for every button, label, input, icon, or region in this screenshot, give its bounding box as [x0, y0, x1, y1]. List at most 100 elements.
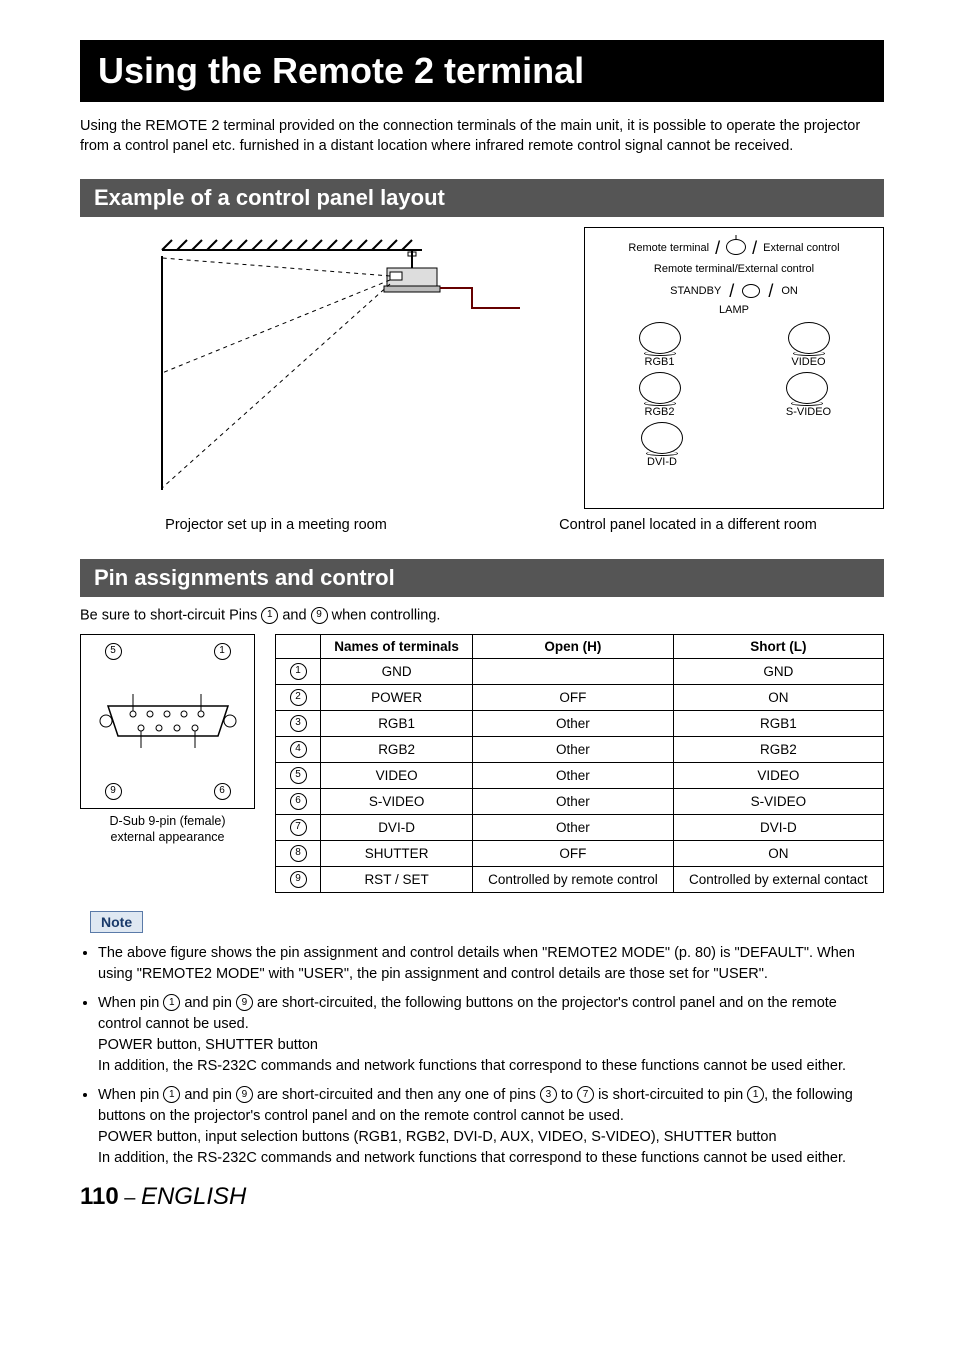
cell-short: RGB1 — [673, 710, 883, 736]
button-svideo-icon — [786, 372, 828, 404]
note-item: The above figure shows the pin assignmen… — [98, 943, 884, 985]
pin-intro-text: Be sure to short-circuit Pins 1 and 9 wh… — [80, 607, 884, 624]
page-footer: 110 – ENGLISH — [80, 1183, 884, 1211]
label-svideo: S-VIDEO — [786, 406, 831, 418]
label-rgb2: RGB2 — [639, 406, 681, 418]
pin-number-icon: 5 — [290, 767, 307, 784]
circled-number-icon: 1 — [163, 1086, 180, 1103]
notes-list: The above figure shows the pin assignmen… — [80, 943, 884, 1169]
caption-control-panel: Control panel located in a different roo… — [492, 517, 884, 533]
button-rgb1-icon — [639, 322, 681, 354]
conn-pin-9-icon: 9 — [105, 783, 122, 800]
table-row: 3 RGB1OtherRGB1 — [276, 710, 884, 736]
label-external-control: External control — [763, 242, 839, 254]
control-panel-diagram: Remote terminal / / External control Rem… — [584, 227, 884, 509]
led-icon — [742, 284, 760, 298]
cell-name: RST / SET — [321, 866, 473, 892]
table-row: 9 RST / SETControlled by remote controlCo… — [276, 866, 884, 892]
cell-open — [473, 658, 674, 684]
section-heading-layout: Example of a control panel layout — [80, 179, 884, 217]
circled-number-icon: 3 — [540, 1086, 557, 1103]
pin-number-icon: 9 — [290, 871, 307, 888]
pin-number-icon: 2 — [290, 689, 307, 706]
page-number: 110 — [80, 1183, 119, 1210]
connector-diagram: 5 1 9 — [80, 634, 255, 809]
circled-number-icon: 1 — [747, 1086, 764, 1103]
th-blank — [276, 634, 321, 658]
pin-number-icon: 3 — [290, 715, 307, 732]
cell-name: RGB1 — [321, 710, 473, 736]
conn-pin-1-icon: 1 — [214, 643, 231, 660]
cell-open: OFF — [473, 840, 674, 866]
cell-short: GND — [673, 658, 883, 684]
pin-number-icon: 7 — [290, 819, 307, 836]
cell-name: VIDEO — [321, 762, 473, 788]
section-heading-pins: Pin assignments and control — [80, 559, 884, 597]
cell-open: Controlled by remote control — [473, 866, 674, 892]
caption-meeting-room: Projector set up in a meeting room — [80, 517, 472, 533]
button-dvid-icon — [641, 422, 683, 454]
cell-open: Other — [473, 710, 674, 736]
toggle-switch-icon — [726, 239, 746, 255]
cell-name: RGB2 — [321, 736, 473, 762]
table-row: 5 VIDEOOtherVIDEO — [276, 762, 884, 788]
cell-open: Other — [473, 788, 674, 814]
table-row: 8 SHUTTEROFFON — [276, 840, 884, 866]
label-standby: STANDBY — [670, 285, 721, 297]
connector-caption-2: external appearance — [111, 830, 225, 844]
label-dvid: DVI-D — [641, 456, 683, 468]
cell-short: ON — [673, 684, 883, 710]
note-item: When pin 1 and pin 9 are short-circuited… — [98, 1085, 884, 1169]
th-short: Short (L) — [673, 634, 883, 658]
note-item: When pin 1 and pin 9 are short-circuited… — [98, 993, 884, 1077]
cell-short: DVI-D — [673, 814, 883, 840]
cell-name: DVI-D — [321, 814, 473, 840]
table-row: 4 RGB2OtherRGB2 — [276, 736, 884, 762]
cell-name: SHUTTER — [321, 840, 473, 866]
conn-pin-6-icon: 6 — [214, 783, 231, 800]
cell-short: RGB2 — [673, 736, 883, 762]
cell-name: POWER — [321, 684, 473, 710]
pin-number-icon: 1 — [290, 663, 307, 680]
conn-pin-5-icon: 5 — [105, 643, 122, 660]
cell-open: Other — [473, 762, 674, 788]
label-remote-external: Remote terminal/External control — [605, 263, 863, 275]
connector-caption-1: D-Sub 9-pin (female) — [109, 814, 225, 828]
circled-number-icon: 1 — [163, 994, 180, 1011]
cell-open: Other — [473, 736, 674, 762]
pin-number-icon: 6 — [290, 793, 307, 810]
pin-number-icon: 4 — [290, 741, 307, 758]
pin-1-icon: 1 — [261, 607, 278, 624]
pin-number-icon: 8 — [290, 845, 307, 862]
label-rgb1: RGB1 — [639, 356, 681, 368]
label-video: VIDEO — [788, 356, 830, 368]
meeting-room-diagram — [80, 227, 564, 509]
circled-number-icon: 9 — [236, 994, 253, 1011]
intro-text: Using the REMOTE 2 terminal provided on … — [80, 116, 884, 157]
th-names: Names of terminals — [321, 634, 473, 658]
table-row: 1 GND GND — [276, 658, 884, 684]
cell-open: OFF — [473, 684, 674, 710]
page-title: Using the Remote 2 terminal — [80, 40, 884, 102]
label-remote-terminal: Remote terminal — [628, 242, 709, 254]
button-rgb2-icon — [639, 372, 681, 404]
note-label: Note — [90, 911, 143, 933]
cell-name: S-VIDEO — [321, 788, 473, 814]
cell-short: Controlled by external contact — [673, 866, 883, 892]
language-label: ENGLISH — [141, 1183, 246, 1210]
cell-name: GND — [321, 658, 473, 684]
pin-9-icon: 9 — [311, 607, 328, 624]
circled-number-icon: 9 — [236, 1086, 253, 1103]
pin-table: Names of terminals Open (H) Short (L) 1G… — [275, 634, 884, 893]
dsub-connector-icon — [98, 686, 238, 756]
table-row: 6S-VIDEOOtherS-VIDEO — [276, 788, 884, 814]
button-video-icon — [788, 322, 830, 354]
table-row: 7 DVI-DOtherDVI-D — [276, 814, 884, 840]
table-row: 2 POWEROFFON — [276, 684, 884, 710]
cell-open: Other — [473, 814, 674, 840]
circled-number-icon: 7 — [577, 1086, 594, 1103]
th-open: Open (H) — [473, 634, 674, 658]
cell-short: VIDEO — [673, 762, 883, 788]
label-on: ON — [781, 285, 798, 297]
cell-short: ON — [673, 840, 883, 866]
